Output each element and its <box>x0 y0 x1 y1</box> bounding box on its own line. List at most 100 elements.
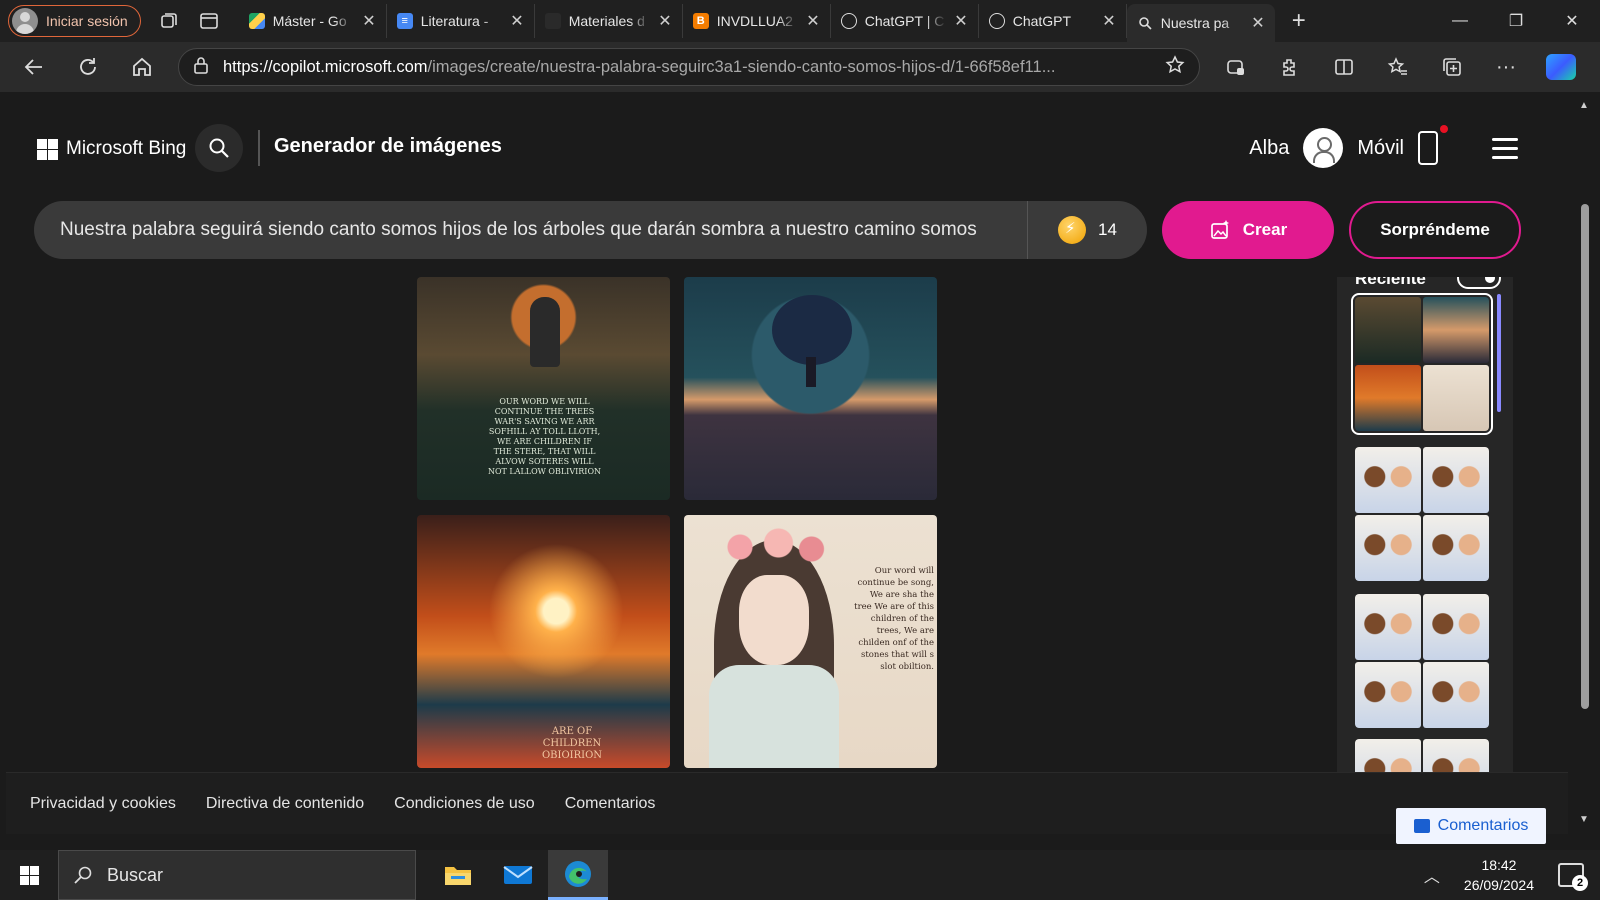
footer-link-privacy[interactable]: Privacidad y cookies <box>30 795 176 813</box>
scroll-up-icon[interactable]: ▲ <box>1579 100 1589 111</box>
tab-label: Nuestra pa <box>1160 15 1230 31</box>
microsoft-bing-logo[interactable]: Microsoft Bing <box>37 138 186 160</box>
bing-image-creator-page: Microsoft Bing Generador de imágenes Alb… <box>6 94 1568 834</box>
back-icon[interactable] <box>14 47 54 87</box>
recent-scrollbar[interactable] <box>1497 294 1501 412</box>
refresh-icon[interactable] <box>68 47 108 87</box>
user-name[interactable]: Alba <box>1249 137 1289 160</box>
surprise-label: Sorpréndeme <box>1380 220 1490 239</box>
user-avatar-icon[interactable] <box>1303 128 1344 168</box>
windows-taskbar: Buscar ︿ 18:42 26/09/2024 2 <box>0 850 1600 900</box>
image-3-caption: ARE OF CHILDREN OBIOIRION <box>541 726 603 761</box>
blank-icon <box>544 13 561 29</box>
start-button[interactable] <box>0 850 58 900</box>
close-icon[interactable]: ✕ <box>510 11 523 31</box>
home-icon[interactable] <box>122 47 162 87</box>
recent-panel: Reciente <box>1337 277 1513 777</box>
generated-image-2[interactable] <box>684 277 937 500</box>
tab-actions-icon[interactable] <box>191 3 227 39</box>
tab-chatgpt-2[interactable]: ChatGPT ✕ <box>979 4 1127 38</box>
close-icon[interactable]: ✕ <box>362 11 375 31</box>
boost-counter[interactable]: 14 <box>1027 201 1147 259</box>
notification-count: 2 <box>1572 875 1588 891</box>
new-tab-button[interactable]: + <box>1281 3 1317 39</box>
mail-icon[interactable] <box>488 850 548 900</box>
profile-button[interactable]: Iniciar sesión <box>8 5 141 37</box>
tab-master[interactable]: Máster - Go ✕ <box>239 4 387 38</box>
close-icon[interactable]: ✕ <box>658 11 671 31</box>
browser-toolbar: https://copilot.microsoft.com/images/cre… <box>0 42 1600 92</box>
scroll-down-icon[interactable]: ▼ <box>1579 814 1589 825</box>
recent-toggle[interactable] <box>1457 277 1501 289</box>
extensions-icon[interactable] <box>1270 47 1310 87</box>
close-icon[interactable]: ✕ <box>1102 11 1115 31</box>
tab-invdllua2[interactable]: B INVDLLUA2 ✕ <box>683 4 831 38</box>
tab-label: Máster - Go <box>272 13 347 29</box>
feedback-button[interactable]: Comentarios <box>1396 808 1546 844</box>
lock-icon[interactable] <box>193 56 209 79</box>
tab-label: Literatura - <box>420 13 489 29</box>
close-icon[interactable]: ✕ <box>806 11 819 31</box>
footer-link-terms[interactable]: Condiciones de uso <box>394 795 535 813</box>
boost-coin-icon <box>1058 216 1087 244</box>
image-sparkle-icon <box>1210 220 1229 239</box>
address-bar[interactable]: https://copilot.microsoft.com/images/cre… <box>178 48 1200 86</box>
mobile-label[interactable]: Móvil <box>1357 137 1404 160</box>
file-explorer-icon[interactable] <box>428 850 488 900</box>
tab-materiales[interactable]: Materiales d ✕ <box>535 4 683 38</box>
tab-nuestra-palabra[interactable]: Nuestra pa ✕ <box>1126 4 1275 42</box>
workspaces-icon[interactable] <box>151 3 187 39</box>
page-scrollbar[interactable]: ▲ ▼ <box>1570 94 1600 834</box>
scrollbar-thumb[interactable] <box>1581 204 1589 709</box>
docs-icon: ≡ <box>396 13 413 29</box>
restore-icon[interactable]: ❐ <box>1488 0 1544 42</box>
tab-label: ChatGPT <box>1012 13 1072 29</box>
hamburger-menu-icon[interactable] <box>1492 137 1518 159</box>
drive-icon <box>248 13 265 29</box>
close-icon[interactable]: ✕ <box>1251 13 1264 33</box>
tracking-prevention-icon[interactable] <box>1216 47 1256 87</box>
search-button[interactable] <box>195 124 243 172</box>
minimize-icon[interactable]: — <box>1432 0 1488 42</box>
more-options-icon[interactable]: ··· <box>1486 47 1526 87</box>
favorites-icon[interactable] <box>1378 47 1418 87</box>
generated-image-4[interactable]: Our word will continue be song, We are s… <box>684 515 937 768</box>
close-window-icon[interactable]: ✕ <box>1544 0 1600 42</box>
tab-label: ChatGPT | C <box>864 13 945 29</box>
prompt-bar: 14 <box>34 201 1147 259</box>
profile-label: Iniciar sesión <box>46 13 128 29</box>
notifications-icon[interactable]: 2 <box>1558 863 1588 891</box>
chevron-up-icon[interactable]: ︿ <box>1424 863 1440 887</box>
generated-image-3[interactable]: ARE OF CHILDREN OBIOIRION <box>417 515 670 768</box>
mobile-phone-icon[interactable] <box>1418 125 1448 165</box>
copilot-icon[interactable] <box>1546 54 1576 80</box>
collections-icon[interactable] <box>1432 47 1472 87</box>
edge-browser-icon[interactable] <box>548 850 608 900</box>
recent-set-2[interactable] <box>1355 447 1489 581</box>
footer-link-content-policy[interactable]: Directiva de contenido <box>206 795 364 813</box>
recent-set-3[interactable] <box>1355 594 1489 728</box>
thumbnail <box>1355 447 1421 513</box>
close-icon[interactable]: ✕ <box>954 11 967 31</box>
footer-link-feedback[interactable]: Comentarios <box>565 795 656 813</box>
feedback-label: Comentarios <box>1437 817 1529 834</box>
tab-chatgpt-1[interactable]: ChatGPT | C ✕ <box>831 4 979 38</box>
tab-label: Materiales d <box>568 13 645 29</box>
prompt-input[interactable] <box>34 219 1027 241</box>
thumbnail <box>1423 662 1489 728</box>
thumbnail <box>1355 515 1421 581</box>
taskbar-search[interactable]: Buscar <box>58 850 416 900</box>
surprise-me-button[interactable]: Sorpréndeme <box>1349 201 1521 259</box>
create-button[interactable]: Crear <box>1162 201 1334 259</box>
favorite-star-icon[interactable] <box>1165 54 1185 80</box>
user-area: Alba Móvil <box>1249 125 1518 168</box>
page-title[interactable]: Generador de imágenes <box>274 135 502 158</box>
recent-set-1[interactable] <box>1351 293 1493 435</box>
generated-image-1[interactable]: OUR WORD WE WILL CONTINUE THE TREES WAR'… <box>417 277 670 500</box>
url-text[interactable]: https://copilot.microsoft.com/images/cre… <box>223 58 1151 77</box>
thumbnail <box>1355 297 1421 363</box>
split-screen-icon[interactable] <box>1324 47 1364 87</box>
clock[interactable]: 18:42 26/09/2024 <box>1464 855 1534 895</box>
thumbnail <box>1423 447 1489 513</box>
tab-literatura[interactable]: ≡ Literatura - ✕ <box>387 4 535 38</box>
